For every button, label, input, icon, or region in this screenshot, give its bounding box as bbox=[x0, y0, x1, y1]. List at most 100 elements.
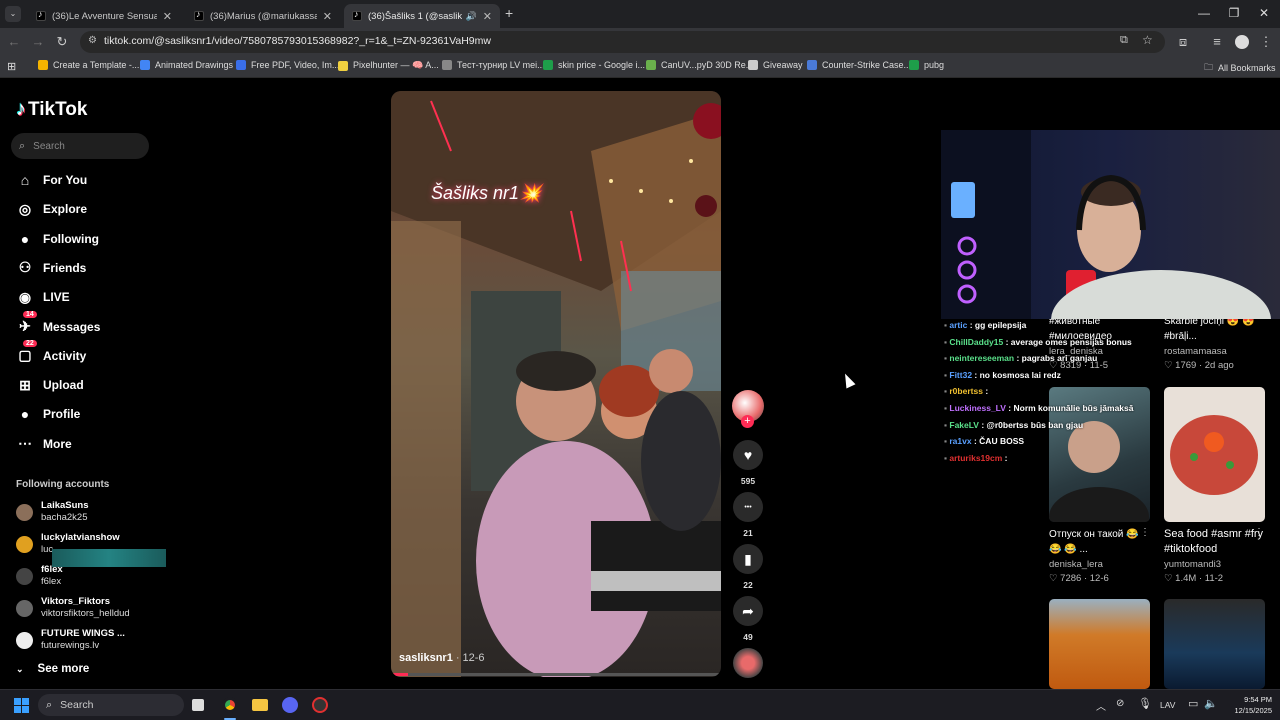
close-tab-icon[interactable]: ✕ bbox=[163, 10, 172, 23]
nav-item-for-you[interactable]: ⌂ For You bbox=[16, 171, 87, 189]
nav-item-following[interactable]: ● Following bbox=[16, 230, 99, 248]
video-progress-track[interactable] bbox=[391, 673, 721, 676]
bookmark-item[interactable]: Create a Template -... bbox=[38, 60, 139, 70]
install-app-icon[interactable]: ⧉ bbox=[1120, 34, 1128, 47]
card-1-caption[interactable]: Отпуск он такой 😂 😂 😂 ... bbox=[1049, 527, 1149, 557]
chat-text: : bbox=[985, 386, 989, 397]
follow-plus-icon[interactable]: + bbox=[741, 415, 754, 428]
avatar bbox=[16, 503, 33, 521]
tiktok-logo[interactable]: ♪ TikTok bbox=[16, 98, 87, 121]
nav-item-friends[interactable]: ⚇ Friends bbox=[16, 259, 87, 277]
bookmark-item[interactable]: CanUV...pyD 30D Re... bbox=[646, 60, 753, 70]
close-window-icon[interactable]: ✕ bbox=[1250, 6, 1278, 20]
volume-icon[interactable]: 🔈 bbox=[1204, 697, 1218, 710]
tray-overflow-icon[interactable]: ︿ bbox=[1096, 698, 1106, 713]
nav-item-label: Friends bbox=[43, 260, 87, 275]
restore-icon[interactable]: ❐ bbox=[1220, 6, 1248, 20]
comment-icon[interactable]: ••• bbox=[733, 492, 763, 522]
bookmark-item[interactable]: pubg bbox=[909, 60, 944, 70]
reload-icon[interactable]: ↻ bbox=[54, 34, 70, 50]
bookmark-item[interactable]: Free PDF, Video, Im... bbox=[236, 60, 339, 70]
browser-tab-3-active[interactable]: (36)Šašliks 1 (@sasliksnr1) ... 🔊 ✕ bbox=[344, 4, 500, 28]
chat-text: : pagrabs ari ganjau bbox=[1016, 353, 1098, 364]
nav-item-live[interactable]: ◉ LIVE bbox=[16, 288, 70, 306]
chrome-icon[interactable] bbox=[222, 697, 238, 713]
card-menu-icon[interactable]: ⋮ bbox=[1254, 527, 1264, 538]
bookmark-item[interactable]: Тест-турнир LV mei... bbox=[442, 60, 545, 70]
browser-tab-1[interactable]: (36)Le Avventure Sensuali di Gi... ✕ bbox=[28, 4, 180, 28]
card-menu-icon[interactable]: ⋮ bbox=[1140, 527, 1150, 538]
close-tab-icon[interactable]: ✕ bbox=[323, 10, 332, 23]
card-2-user[interactable]: yumtomandi3 bbox=[1164, 559, 1221, 570]
all-bookmarks-button[interactable]: 🗀 All Bookmarks bbox=[1204, 60, 1276, 76]
sound-disc-icon[interactable] bbox=[733, 648, 763, 678]
chat-message: ▪ artic : gg epilepsija bbox=[944, 320, 1026, 330]
more-icon: ⋯ bbox=[18, 435, 32, 452]
close-tab-icon[interactable]: ✕ bbox=[483, 10, 492, 23]
bookmark-label: Giveaway bbox=[763, 60, 803, 70]
nav-item-profile[interactable]: ● Profile bbox=[16, 405, 81, 423]
network-off-icon[interactable]: ⊘ bbox=[1116, 698, 1124, 709]
windows-start-icon[interactable] bbox=[14, 698, 29, 713]
clock[interactable]: 9:54 PM 12/15/2025 bbox=[1222, 694, 1272, 716]
following-account[interactable]: Viktors_Fiktors viktorsfiktors_helldud bbox=[16, 596, 130, 620]
bookmark-item[interactable]: Giveaway bbox=[748, 60, 803, 70]
bookmark-item[interactable]: Pixelhunter — 🧠 A... bbox=[338, 60, 439, 71]
address-bar[interactable]: ⚙ tiktok.com/@sasliksnr1/video/758078579… bbox=[80, 31, 1165, 53]
bookmark-icon[interactable]: ▮ bbox=[733, 544, 763, 574]
nav-item-more[interactable]: ⋯ More bbox=[16, 435, 72, 453]
nav-item-upload[interactable]: ⊞ Upload bbox=[16, 376, 84, 394]
back-icon[interactable]: ← bbox=[6, 34, 22, 49]
nav-item-activity[interactable]: ▢ 22 Activity bbox=[16, 339, 86, 365]
forward-icon[interactable]: → bbox=[30, 34, 46, 49]
taskbar-search[interactable]: ⌕ Search bbox=[38, 694, 184, 716]
app-icon[interactable] bbox=[312, 697, 328, 713]
media-control-icon[interactable]: ≡ bbox=[1209, 34, 1225, 49]
see-more-button[interactable]: ⌄ See more bbox=[16, 663, 89, 675]
new-tab-button[interactable]: + bbox=[505, 5, 513, 21]
search-input[interactable]: ⌕ Search bbox=[11, 133, 149, 159]
bookmark-star-icon[interactable]: ☆ bbox=[1142, 33, 1153, 47]
extensions-icon[interactable]: ⧈ bbox=[1175, 34, 1191, 50]
explore-card-thumbnail[interactable] bbox=[1164, 599, 1265, 689]
chat-username: Fitt32 bbox=[949, 369, 973, 380]
avatar bbox=[16, 535, 33, 553]
task-view-icon[interactable] bbox=[192, 699, 204, 711]
likes-count: 7286 bbox=[1060, 573, 1082, 584]
chat-username: neintereseeman bbox=[949, 353, 1015, 364]
display-icon[interactable]: ▭ bbox=[1188, 697, 1198, 710]
share-icon[interactable]: ➦ bbox=[733, 596, 763, 626]
microphone-icon[interactable]: 🎙 bbox=[1138, 697, 1152, 710]
url-text: tiktok.com/@sasliksnr1/video/75807857930… bbox=[104, 35, 491, 47]
explore-card-thumbnail[interactable] bbox=[1164, 387, 1265, 522]
nav-item-label: Profile bbox=[43, 407, 81, 422]
top-card-2-user[interactable]: rostamamaasa bbox=[1164, 346, 1227, 357]
bookmark-item[interactable]: Animated Drawings bbox=[140, 60, 233, 70]
audio-playing-icon[interactable]: 🔊 bbox=[466, 11, 477, 22]
bookmark-item[interactable]: Counter-Strike Case... bbox=[807, 60, 911, 70]
site-info-icon[interactable]: ⚙ bbox=[88, 35, 97, 46]
nav-item-explore[interactable]: ◎ Explore bbox=[16, 200, 87, 218]
card-1-user[interactable]: deniska_lera bbox=[1049, 559, 1103, 570]
profile-avatar-icon[interactable] bbox=[1235, 35, 1249, 49]
tab-search-button[interactable]: ⌄ bbox=[5, 6, 21, 22]
language-indicator[interactable]: LAV bbox=[1160, 700, 1175, 710]
card-2-caption[interactable]: Sea food #asmr #fry #tiktokfood bbox=[1164, 527, 1264, 557]
explore-card-thumbnail[interactable] bbox=[1049, 599, 1150, 689]
heart-icon[interactable]: ♥ bbox=[733, 440, 763, 470]
avatar bbox=[16, 567, 33, 585]
minimize-icon[interactable]: — bbox=[1190, 6, 1218, 20]
video-author[interactable]: sasliksnr1 bbox=[399, 652, 453, 664]
following-account[interactable]: f6lex f6lex bbox=[16, 564, 63, 588]
browser-tab-2[interactable]: (36)Marius (@mariukassaldainis... ✕ bbox=[186, 4, 340, 28]
file-explorer-icon[interactable] bbox=[252, 699, 268, 711]
following-account[interactable]: FUTURE WINGS ... futurewings.lv bbox=[16, 628, 125, 652]
bookmark-item[interactable]: skin price - Google i... bbox=[543, 60, 645, 70]
discord-icon[interactable] bbox=[282, 697, 298, 713]
video-player[interactable]: Šašliks nr1💥 sasliksnr1 · 12-6 bbox=[391, 91, 721, 677]
bookmark-label: Free PDF, Video, Im... bbox=[251, 60, 340, 70]
apps-grid-icon[interactable]: ⊞ bbox=[7, 60, 16, 73]
nav-item-messages[interactable]: ✈ 14 Messages bbox=[16, 310, 100, 336]
chrome-menu-icon[interactable]: ⋮ bbox=[1258, 34, 1274, 50]
following-account[interactable]: LaikaSuns bacha2k25 bbox=[16, 500, 89, 524]
